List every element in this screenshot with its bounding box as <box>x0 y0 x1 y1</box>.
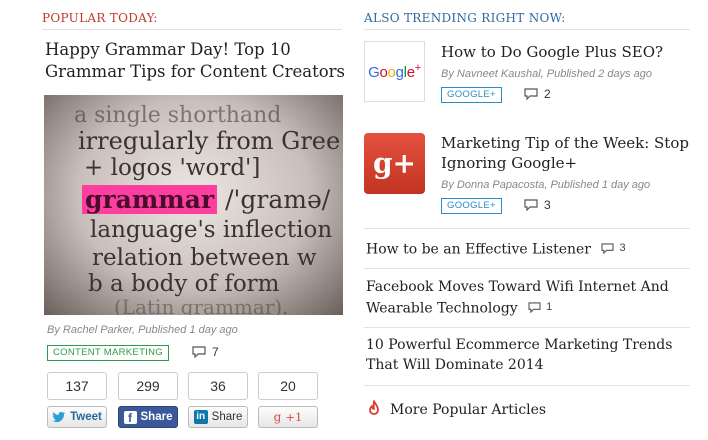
image-text-line: relation between w <box>92 245 317 271</box>
popular-today-heading: POPULAR TODAY: <box>42 11 342 30</box>
trending-article-title[interactable]: How to Do Google Plus SEO? <box>441 42 691 62</box>
comment-count: 7 <box>212 345 219 359</box>
list-item-title: How to be an Effective Listener <box>366 241 591 258</box>
list-comment-count[interactable]: 1 <box>528 297 552 317</box>
list-item-title: Facebook Moves Toward Wifi Internet And … <box>366 279 669 317</box>
twitter-bird-icon <box>52 411 66 423</box>
gplus-logo-icon: g+ <box>372 147 417 180</box>
highlighted-word: grammar <box>82 185 218 214</box>
comment-icon <box>601 242 615 254</box>
linkedin-icon: in <box>193 410 208 424</box>
trending-heading: ALSO TRENDING RIGHT NOW: <box>364 11 690 30</box>
comment-icon <box>528 301 541 313</box>
linkedin-share-count: 36 <box>188 372 248 400</box>
google-logo-icon: Google+ <box>368 62 421 81</box>
twitter-share-count: 137 <box>47 372 107 400</box>
trending-article-meta: By Donna Papacosta, Published 1 day ago <box>441 179 651 191</box>
comment-icon <box>192 346 206 358</box>
image-text-line: + logos 'word'] <box>84 155 261 181</box>
google-plus-tag[interactable]: GOOGLE+ <box>441 87 502 103</box>
trending-comment-count[interactable]: 2 <box>524 87 551 101</box>
comment-icon <box>524 88 538 100</box>
featured-article-image[interactable]: a single shorthand irregularly from Gree… <box>44 95 343 315</box>
facebook-icon: f <box>123 410 137 425</box>
comment-icon <box>524 199 538 211</box>
trending-article-title[interactable]: Marketing Tip of the Week: Stop Ignoring… <box>441 133 691 173</box>
image-text-line: language's inflection <box>90 217 333 243</box>
list-comment-count[interactable]: 3 <box>601 238 626 258</box>
comment-count: 3 <box>619 242 626 254</box>
gplus-share-count: 20 <box>258 372 318 400</box>
divider <box>364 228 690 229</box>
list-item-title: 10 Powerful Ecommerce Marketing Trends T… <box>366 337 673 373</box>
google-plus-tag[interactable]: GOOGLE+ <box>441 198 502 214</box>
featured-comment-count[interactable]: 7 <box>192 345 219 359</box>
tweet-label: Tweet <box>70 411 102 423</box>
image-text-line: b a body of form <box>88 271 280 297</box>
facebook-share-count: 299 <box>118 372 178 400</box>
flame-icon <box>369 400 379 415</box>
comment-count: 2 <box>544 87 551 101</box>
divider <box>364 268 690 269</box>
more-popular-articles-link[interactable]: More Popular Articles <box>366 400 546 420</box>
gplus-icon: g <box>273 410 282 424</box>
divider <box>364 327 690 328</box>
google-plus-logo-thumbnail[interactable]: Google+ <box>364 41 425 102</box>
list-item[interactable]: How to be an Effective Listener 3 <box>366 238 626 260</box>
featured-article-title[interactable]: Happy Grammar Day! Top 10 Grammar Tips f… <box>45 39 345 83</box>
comment-count: 3 <box>544 198 551 212</box>
tweet-button[interactable]: Tweet <box>47 406 107 428</box>
divider <box>364 385 690 386</box>
more-popular-articles-label: More Popular Articles <box>390 402 547 418</box>
linkedin-share-label: Share <box>211 411 243 423</box>
pronunciation: /'gramə/ <box>217 185 331 214</box>
linkedin-share-button[interactable]: in Share <box>188 406 248 428</box>
image-text-line: grammar /'gramə/ <box>82 185 330 214</box>
gplus-share-label: +1 <box>285 410 303 424</box>
facebook-share-label: Share <box>140 411 173 423</box>
trending-article-meta: By Navneet Kaushal, Published 2 days ago <box>441 68 652 80</box>
list-item[interactable]: Facebook Moves Toward Wifi Internet And … <box>366 277 686 319</box>
image-text-line: a single shorthand <box>74 103 282 128</box>
google-plus-red-thumbnail[interactable]: g+ <box>364 133 425 194</box>
content-marketing-tag[interactable]: CONTENT MARKETING <box>47 345 169 361</box>
featured-article-meta: By Rachel Parker, Published 1 day ago <box>47 324 238 336</box>
image-text-line: irregularly from Gree <box>78 127 341 155</box>
trending-comment-count[interactable]: 3 <box>524 198 551 212</box>
facebook-share-button[interactable]: f Share <box>118 406 178 428</box>
image-text-line: (Latin grammar). <box>114 295 289 315</box>
list-item[interactable]: 10 Powerful Ecommerce Marketing Trends T… <box>366 335 686 375</box>
comment-count: 1 <box>546 301 553 313</box>
gplus-share-button[interactable]: g +1 <box>258 406 318 428</box>
